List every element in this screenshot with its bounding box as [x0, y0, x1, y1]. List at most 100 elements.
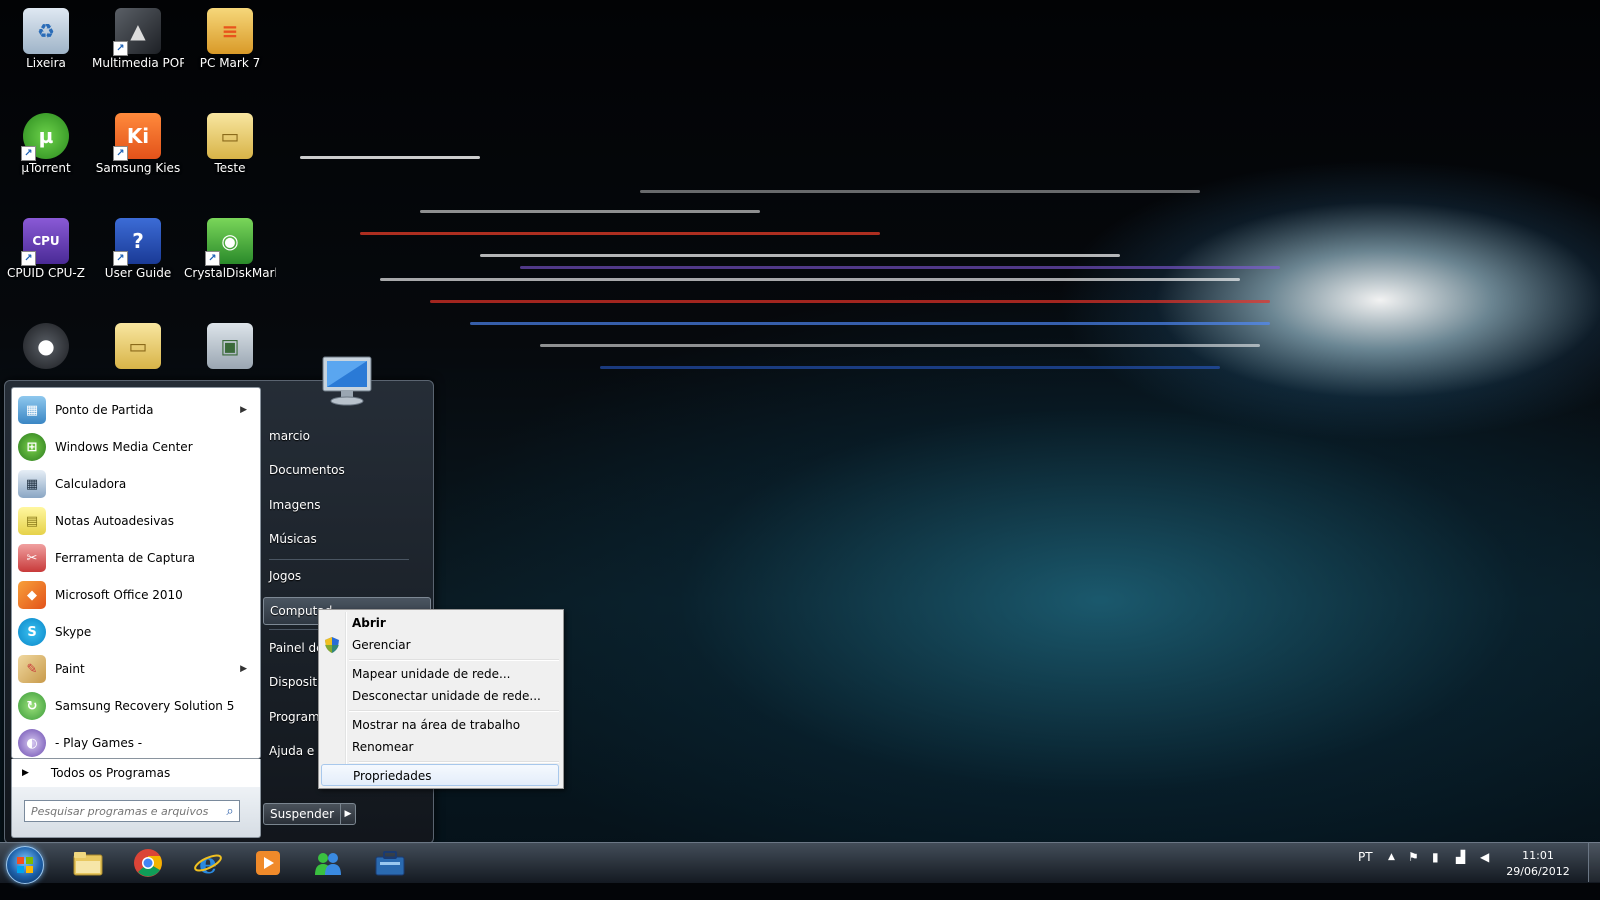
- snipping-tool-icon: ✂: [18, 544, 46, 572]
- desktop-icon-partial-2[interactable]: ▭: [92, 323, 184, 369]
- folder-icon: ▭: [207, 113, 253, 159]
- menu-item-gerenciar[interactable]: Gerenciar: [321, 634, 559, 656]
- program-label: Skype: [55, 625, 92, 639]
- explorer-icon: [73, 852, 103, 876]
- search-icon[interactable]: ⌕: [221, 804, 239, 819]
- svg-text:e: e: [199, 848, 217, 878]
- menu-item-renomear[interactable]: Renomear: [321, 736, 559, 758]
- program-ponto-de-partida[interactable]: ▦ Ponto de Partida ▶: [15, 392, 255, 428]
- desktop-icon-partial-1[interactable]: ●: [0, 323, 92, 369]
- games-icon: ◐: [18, 729, 46, 757]
- right-item-documentos[interactable]: Documentos: [263, 457, 429, 483]
- language-indicator[interactable]: PT: [1358, 850, 1373, 864]
- desktop-icon-pc-mark[interactable]: ≡ PC Mark 7: [184, 8, 276, 70]
- desktop-icon-lixeira[interactable]: ♻ Lixeira: [0, 8, 92, 70]
- media-center-icon: ⊞: [18, 433, 46, 461]
- program-play-games[interactable]: ◐ - Play Games -: [15, 725, 255, 761]
- recycle-bin-icon: ♻: [23, 8, 69, 54]
- menu-item-mostrar-area-de-trabalho[interactable]: Mostrar na área de trabalho: [321, 714, 559, 736]
- search-box[interactable]: ⌕: [24, 800, 240, 822]
- windows-logo-icon: [17, 857, 33, 873]
- action-center-flag-icon[interactable]: ⚑: [1408, 850, 1419, 864]
- desktop-icon-crystaldiskmark[interactable]: ◉ ↗ CrystalDiskMark: [184, 218, 276, 280]
- taskbar-explorer[interactable]: [66, 846, 110, 880]
- taskbar-clock[interactable]: 11:01 29/06/2012: [1500, 848, 1576, 880]
- right-item-user[interactable]: marcio: [263, 423, 429, 449]
- suspend-button[interactable]: Suspender: [264, 804, 342, 824]
- installer-icon: ▣: [207, 323, 253, 369]
- computer-monitor-icon: [322, 356, 372, 406]
- right-item-musicas[interactable]: Músicas: [263, 526, 429, 552]
- sticky-notes-icon: ▤: [18, 507, 46, 535]
- shutdown-options-arrow-icon[interactable]: ▶: [341, 804, 355, 824]
- show-hidden-icons-icon[interactable]: ▲: [1388, 852, 1395, 862]
- all-programs-label: Todos os Programas: [50, 766, 171, 780]
- network-signal-icon[interactable]: ▟: [1456, 850, 1465, 864]
- chrome-icon: [134, 849, 162, 877]
- program-label: - Play Games -: [55, 736, 143, 750]
- shortcut-arrow-icon: ↗: [113, 251, 128, 266]
- triangle-right-icon: ▶: [22, 768, 29, 778]
- program-label: Ponto de Partida: [55, 403, 154, 417]
- clock-time: 11:01: [1522, 849, 1554, 862]
- program-skype[interactable]: S Skype: [15, 614, 255, 650]
- context-menu: Abrir Gerenciar Mapear unidade de rede..…: [318, 609, 564, 789]
- search-input[interactable]: [29, 803, 221, 819]
- menu-item-mapear-unidade[interactable]: Mapear unidade de rede...: [321, 663, 559, 685]
- calculator-icon: ▦: [18, 470, 46, 498]
- battery-icon[interactable]: ▮: [1432, 850, 1439, 864]
- desktop-icon-label: PC Mark 7: [199, 56, 261, 70]
- desktop-icon-user-guide[interactable]: ? ↗ User Guide: [92, 218, 184, 280]
- desktop-icon-label: Lixeira: [26, 56, 66, 70]
- cpuz-icon: CPU ↗: [21, 218, 69, 266]
- shortcut-arrow-icon: ↗: [113, 146, 128, 161]
- toolbox-icon: [375, 851, 405, 876]
- messenger-icon: [315, 853, 341, 875]
- desktop-icon-partial-3[interactable]: ▣: [184, 323, 276, 369]
- desktop-icon-utorrent[interactable]: µ ↗ µTorrent: [0, 113, 92, 175]
- desktop-icon-teste[interactable]: ▭ Teste: [184, 113, 276, 175]
- menu-item-desconectar-unidade[interactable]: Desconectar unidade de rede...: [321, 685, 559, 707]
- shortcut-arrow-icon: ↗: [21, 146, 36, 161]
- program-label: Calculadora: [55, 477, 127, 491]
- taskbar-media-player[interactable]: [246, 846, 290, 880]
- show-desktop-button[interactable]: [1588, 842, 1600, 882]
- submenu-arrow-icon: ▶: [240, 405, 247, 415]
- desktop-icon-label: CPUID CPU-Z: [7, 266, 85, 280]
- help-icon: ? ↗: [113, 218, 161, 266]
- start-button[interactable]: [6, 846, 44, 884]
- taskbar-chrome[interactable]: [126, 846, 170, 880]
- desktop-icon-samsung-kies[interactable]: Ki ↗ Samsung Kies: [92, 113, 184, 175]
- desktop-icon-label: Teste: [214, 161, 246, 175]
- desktop-icon-label: User Guide: [104, 266, 172, 280]
- desktop-icon-multimedia-pop[interactable]: ▲ ↗ Multimedia POP: [92, 8, 184, 70]
- program-samsung-recovery[interactable]: ↻ Samsung Recovery Solution 5: [15, 688, 255, 724]
- right-item-imagens[interactable]: Imagens: [263, 492, 429, 518]
- taskbar-internet-explorer[interactable]: e: [186, 846, 230, 880]
- program-label: Notas Autoadesivas: [55, 514, 174, 528]
- right-item-jogos[interactable]: Jogos: [263, 563, 429, 589]
- shutdown-button-group: Suspender ▶: [263, 803, 357, 825]
- desktop-icon-label: Multimedia POP: [92, 56, 184, 70]
- crystaldiskmark-icon: ◉ ↗: [205, 218, 253, 266]
- utorrent-icon: µ ↗: [21, 113, 69, 161]
- program-notas-autoadesivas[interactable]: ▤ Notas Autoadesivas: [15, 503, 255, 539]
- gadget-icon: ●: [23, 323, 69, 369]
- user-picture[interactable]: [317, 355, 377, 407]
- volume-icon[interactable]: ◀: [1480, 850, 1489, 864]
- program-paint[interactable]: ✎ Paint ▶: [15, 651, 255, 687]
- program-calculadora[interactable]: ▦ Calculadora: [15, 466, 255, 502]
- desktop-icon-cpuz[interactable]: CPU ↗ CPUID CPU-Z: [0, 218, 92, 280]
- program-ferramenta-de-captura[interactable]: ✂ Ferramenta de Captura: [15, 540, 255, 576]
- program-windows-media-center[interactable]: ⊞ Windows Media Center: [15, 429, 255, 465]
- all-programs-button[interactable]: ▶ Todos os Programas: [11, 759, 261, 787]
- menu-separator: [349, 761, 559, 763]
- desktop-icon-label: Samsung Kies: [95, 161, 181, 175]
- taskbar-toolbox[interactable]: [368, 846, 412, 880]
- taskbar-messenger[interactable]: [306, 846, 350, 880]
- search-area: ⌕: [11, 787, 261, 838]
- menu-item-abrir[interactable]: Abrir: [321, 612, 559, 634]
- program-microsoft-office[interactable]: ◆ Microsoft Office 2010: [15, 577, 255, 613]
- program-label: Samsung Recovery Solution 5: [55, 699, 235, 713]
- menu-item-propriedades[interactable]: Propriedades: [321, 764, 559, 786]
